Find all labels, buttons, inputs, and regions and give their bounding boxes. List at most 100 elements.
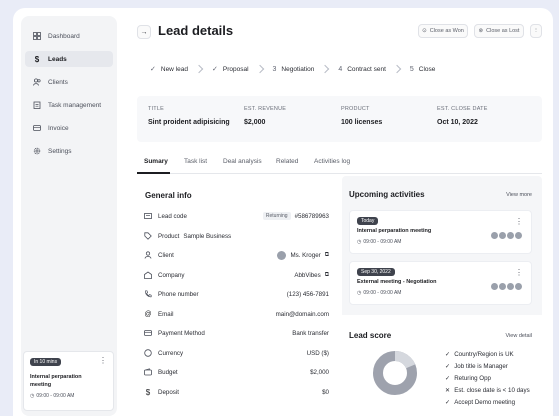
score-label: Est. close date is < 10 days <box>454 387 530 394</box>
close-as-lost-button[interactable]: ⊗ Close as Lost <box>474 24 524 38</box>
tab-deal-analysis[interactable]: Deal analysis <box>223 158 262 165</box>
user-icon <box>144 251 152 259</box>
tab-related[interactable]: Related <box>276 158 298 165</box>
external-link-icon[interactable]: ⧉ <box>325 272 329 279</box>
summary-title-value: Sint proident adipisicing <box>148 119 230 126</box>
step-new-lead[interactable]: ✓ New lead <box>150 65 188 74</box>
back-button[interactable]: → <box>137 25 151 39</box>
score-label: Job title is Manager <box>454 363 508 370</box>
check-icon: ✓ <box>445 375 451 382</box>
more-icon[interactable]: ⋮ <box>515 217 523 226</box>
close-as-won-button[interactable]: ⊙ Close as Won <box>418 24 468 38</box>
detail-tabs: Sumary Task list Deal analysis Related A… <box>137 152 542 174</box>
main-content: → Lead details ⊙ Close as Won ⊗ Close as… <box>126 8 553 416</box>
grid-icon <box>33 32 41 40</box>
chevron-right-icon <box>392 64 402 74</box>
reminder-title: Internal perparation meeting <box>30 374 82 388</box>
info-value: $2,000 <box>310 368 329 376</box>
step-proposal[interactable]: ✓ Proposal <box>211 65 249 74</box>
reminder-badge: In 10 mins <box>30 358 62 366</box>
step-number: 5 <box>409 65 414 73</box>
activity-title: External meeting - Negotiation <box>357 279 437 285</box>
sidebar-item-label: Dashboard <box>48 32 80 40</box>
sidebar-item-invoice[interactable]: Invoice <box>25 120 113 136</box>
building-icon <box>144 271 152 279</box>
score-label: Accept Demo meeting <box>454 399 516 406</box>
at-sign-icon: @ <box>144 310 152 318</box>
sidebar-item-dashboard[interactable]: Dashboard <box>25 28 113 44</box>
reminder-card[interactable]: In 10 mins ⋮ Internal perparation meetin… <box>23 351 114 411</box>
tab-summary[interactable]: Sumary <box>144 158 168 165</box>
tag-icon <box>144 232 152 240</box>
close-as-lost-label: Close as Lost <box>486 28 520 34</box>
activity-time: 09:00 - 09:00 AM <box>363 290 402 296</box>
activity-card[interactable]: Sep 30, 2022 ⋮ External meeting - Negoti… <box>349 261 532 305</box>
info-row-email: @ Email main@domain.com <box>144 307 329 321</box>
info-label: Lead code <box>158 212 187 220</box>
info-label: Phone number <box>158 290 199 298</box>
more-icon[interactable]: ⋮ <box>515 268 523 277</box>
attendee-avatars <box>490 282 523 291</box>
info-value[interactable]: AbbVibes <box>294 272 320 279</box>
score-item: ✓ Returing Opp <box>445 375 491 382</box>
score-item: ✓ Country/Region is UK <box>445 351 514 358</box>
sidebar-item-leads[interactable]: $ Leads <box>25 51 113 67</box>
avatar <box>277 250 287 260</box>
app-window: Dashboard $ Leads Clients Task managemen… <box>13 8 553 416</box>
active-tab-indicator <box>137 172 170 174</box>
chevron-right-icon <box>321 64 330 74</box>
sidebar-item-task-management[interactable]: Task management <box>25 97 113 113</box>
info-row-company: Company AbbVibes ⧉ <box>144 268 329 282</box>
pipeline-stepper: ✓ New lead ✓ Proposal 3 Negotiation 4 Contra… <box>150 62 445 76</box>
info-row-payment-method: Payment Method Bank transfer <box>144 326 329 340</box>
clock-icon: ◷ <box>357 239 362 245</box>
info-row-currency: Currency USD ($) <box>144 346 329 360</box>
summary-title-label: TITLE <box>148 106 164 112</box>
more-icon[interactable]: ⋮ <box>99 356 107 365</box>
step-close[interactable]: 5 Close <box>410 66 436 73</box>
avatar <box>514 282 523 291</box>
step-number: 4 <box>338 65 343 73</box>
sidebar-item-label: Invoice <box>48 124 69 132</box>
activity-title: Internal perparation meeting <box>357 228 432 234</box>
clock-icon: ◷ <box>357 290 362 296</box>
sidebar-item-settings[interactable]: Settings <box>25 143 113 159</box>
avatar <box>514 231 523 240</box>
step-label: Negotiation <box>281 65 315 73</box>
step-negotiation[interactable]: 3 Negotiation <box>273 66 315 73</box>
info-label: Payment Method <box>158 329 205 337</box>
returning-badge: Returning <box>262 212 291 220</box>
score-item: ✕ Est. close date is < 10 days <box>445 387 530 394</box>
info-label: Budget <box>158 368 178 376</box>
upcoming-activities-title: Upcoming activities <box>349 190 425 199</box>
info-label: Client <box>158 251 174 259</box>
step-contract-sent[interactable]: 4 Contract sent <box>338 66 386 73</box>
score-item: ✓ Job title is Manager <box>445 363 508 370</box>
sidebar-item-label: Leads <box>48 55 67 63</box>
summary-close-date-value: Oct 10, 2022 <box>437 119 478 126</box>
id-card-icon <box>144 212 152 220</box>
info-value: $0 <box>322 388 329 396</box>
wallet-icon <box>144 368 152 376</box>
check-icon: ✓ <box>211 66 218 73</box>
x-icon: ✕ <box>445 387 451 394</box>
view-more-link[interactable]: View more <box>506 192 532 198</box>
clock-icon: ◷ <box>30 393 35 399</box>
credit-card-icon <box>144 329 152 337</box>
info-value[interactable]: Ms. Kroger <box>290 252 320 259</box>
summary-product-value: 100 licenses <box>341 119 383 126</box>
summary-product-label: PRODUCT <box>341 106 370 112</box>
sidebar-item-clients[interactable]: Clients <box>25 74 113 90</box>
attendee-avatars <box>490 231 523 240</box>
chevron-right-icon <box>255 64 264 74</box>
view-detail-link[interactable]: View detail <box>506 333 533 339</box>
info-row-product: Product Sample Business <box>144 229 329 243</box>
more-options-button[interactable]: ⋮ <box>530 24 542 38</box>
activity-card[interactable]: Today ⋮ Internal perparation meeting ◷ 09… <box>349 210 532 254</box>
tab-activities-log[interactable]: Activities log <box>314 158 350 165</box>
close-as-won-label: Close as Won <box>429 28 464 34</box>
external-link-icon[interactable]: ⧉ <box>325 252 329 259</box>
check-icon: ✓ <box>445 363 451 370</box>
check-icon: ✓ <box>445 351 451 358</box>
tab-task-list[interactable]: Task list <box>184 158 207 165</box>
